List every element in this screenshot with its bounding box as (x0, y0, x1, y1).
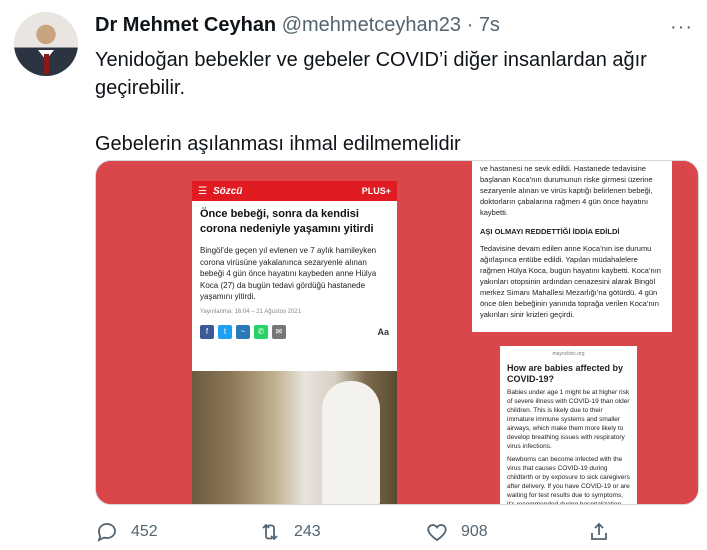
font-size-icon: Aa (377, 326, 389, 337)
mail-icon: ✉ (272, 324, 286, 339)
tweet-time[interactable]: 7s (479, 14, 500, 36)
retweet-count: 243 (294, 523, 321, 540)
news-title: Önce bebeği, sonra da kendisi corona ned… (200, 208, 374, 235)
tweet-text: Yenidoğan bebekler ve gebeler COVID’i di… (95, 46, 695, 158)
news-header-bar: ☰ Sözcü PLUS+ (192, 181, 397, 201)
tweet-text-line1: Yenidoğan bebekler ve gebeler COVID’i di… (95, 49, 647, 99)
share-button[interactable] (587, 520, 611, 544)
menu-icon: ☰ (198, 185, 207, 197)
photo-figure (322, 381, 380, 504)
article3-heading: How are babies affected by COVID-19? (507, 363, 624, 384)
like-button[interactable]: 908 (425, 520, 488, 544)
more-options-icon[interactable]: ··· (670, 16, 693, 39)
news-plus: PLUS+ (361, 186, 391, 196)
share-icon (591, 522, 607, 540)
retweet-icon (262, 523, 278, 541)
media-image-3[interactable]: mayoclinic.org How are babies affected b… (399, 334, 698, 505)
retweet-button[interactable]: 243 (258, 520, 321, 544)
reply-count: 452 (131, 523, 158, 540)
news-article: ☰ Sözcü PLUS+ Önce bebeği, sonra da kend… (192, 181, 397, 504)
author-avatar[interactable] (14, 12, 78, 76)
author-name[interactable]: Dr Mehmet Ceyhan (95, 14, 276, 36)
news-article-continued: ve hastanesi ne sevk edildi. Hastanede t… (472, 161, 672, 332)
header-separator: · (466, 14, 474, 36)
article2-heading: AŞI OLMAYI REDDETTİĞİ İDDİA EDİLDİ (480, 227, 620, 236)
tweet-media[interactable]: ☰ Sözcü PLUS+ Önce bebeği, sonra da kend… (95, 160, 699, 505)
news-share-bar: f t ~ ✆ ✉ Aa (192, 315, 397, 345)
media-image-1[interactable]: ☰ Sözcü PLUS+ Önce bebeği, sonra da kend… (96, 161, 397, 504)
whatsapp-icon: ✆ (254, 324, 268, 339)
article2-paragraph-1: ve hastanesi ne sevk edildi. Hastanede t… (480, 164, 653, 217)
article3-paragraph-1: Babies under age 1 might be at higher ri… (507, 389, 630, 450)
news-brand: Sözcü (212, 185, 243, 197)
article2-paragraph-2: Tedavisine devam edilen anne Koca’nın is… (480, 244, 661, 319)
mayo-article: mayoclinic.org How are babies affected b… (500, 346, 637, 505)
author-handle[interactable]: @mehmetceyhan23 (282, 14, 461, 36)
media-image-2[interactable]: ve hastanesi ne sevk edildi. Hastanede t… (399, 161, 698, 332)
news-photo (192, 371, 397, 504)
heart-icon (427, 524, 447, 542)
reply-icon (97, 523, 116, 542)
tweet-header: Dr Mehmet Ceyhan @mehmetceyhan23 · 7s (95, 14, 500, 37)
news-body: Bingöl’de geçen yıl evlenen ve 7 aylık h… (200, 246, 377, 301)
avatar-tie (44, 54, 49, 74)
article3-url: mayoclinic.org (552, 351, 585, 357)
like-count: 908 (461, 523, 488, 540)
tweet-actions: 452 243 908 (95, 520, 695, 546)
twitter-icon: t (218, 324, 232, 339)
messenger-icon: ~ (236, 324, 250, 339)
tweet-text-line2: Gebelerin aşılanması ihmal edilmemelidir (95, 133, 461, 155)
facebook-icon: f (200, 324, 214, 339)
reply-button[interactable]: 452 (95, 520, 158, 544)
article3-paragraph-2: Newborns can become infected with the vi… (507, 456, 630, 505)
